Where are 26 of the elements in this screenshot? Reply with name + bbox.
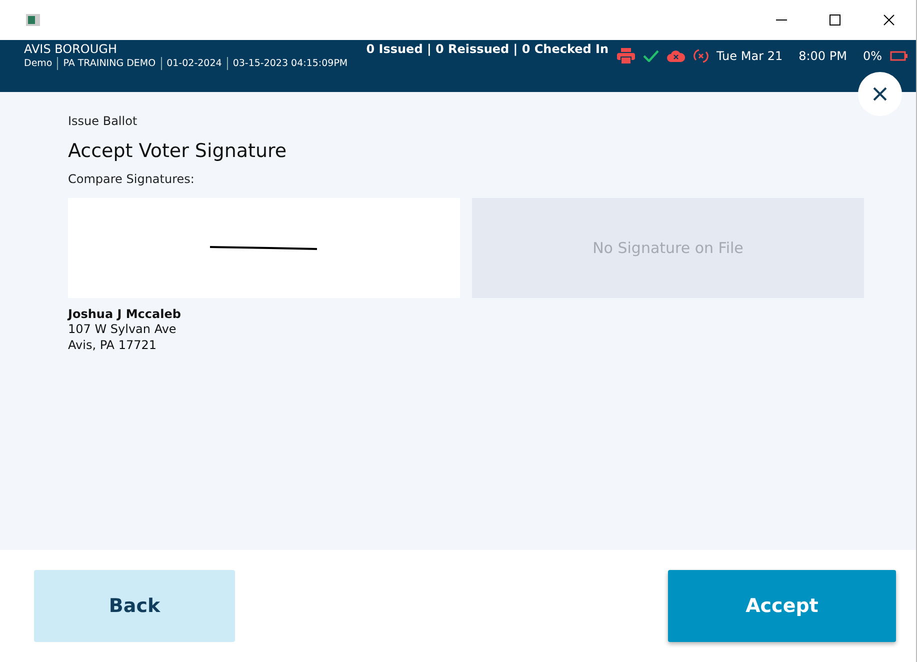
battery-icon [890,51,908,61]
page-title: Accept Voter Signature [68,140,288,162]
printer-icon [616,48,635,64]
breadcrumb: Issue Ballot [68,114,138,128]
voter-address: Avis, PA 17721 [68,337,158,353]
accept-button[interactable]: Accept [668,570,896,642]
checkmark-icon [642,50,659,62]
empty-signature-panel: No Signature on File [472,198,864,298]
battery-percent: 0% [862,49,882,63]
close-button[interactable] [858,72,902,116]
ballot-counts: 0 Issued | 0 Reissued | 0 Checked In [366,42,609,58]
back-button[interactable]: Back [34,570,235,642]
header-info: 01-02-2024 [160,57,227,70]
no-signal-icon [692,48,709,64]
cloud-icon [666,50,685,62]
header-info: PA TRAINING DEMO [57,57,161,70]
location-name: AVIS BOROUGH [24,42,118,57]
header-info: Demo [24,57,54,70]
header-info: 03-15-2023 04:15:09PM [226,57,353,70]
time-label: 8:00 PM [798,49,847,63]
date-label: Tue Mar 21 [716,49,783,63]
compare-label: Compare Signatures: [68,172,196,186]
app-icon [26,14,40,26]
close-icon [872,86,888,102]
voter-address: 107 W Sylvan Ave [68,321,178,337]
voter-name: Joshua J Mccaleb [68,307,182,321]
